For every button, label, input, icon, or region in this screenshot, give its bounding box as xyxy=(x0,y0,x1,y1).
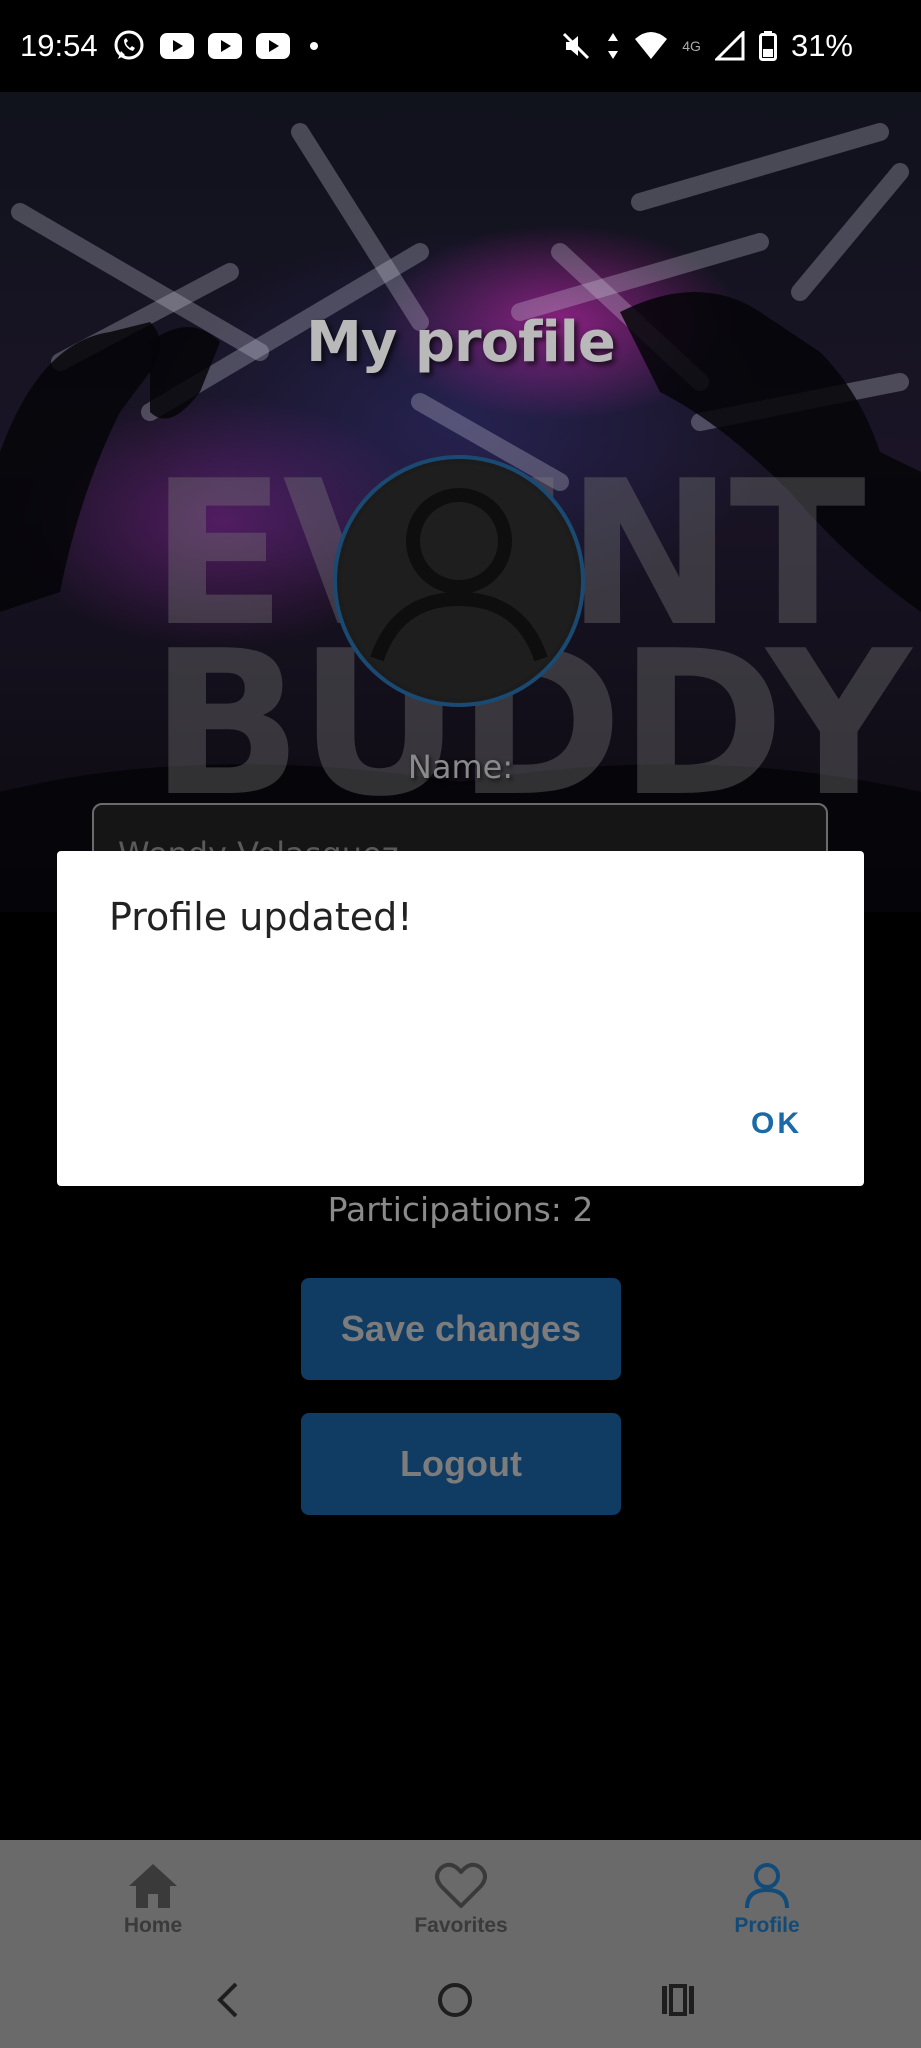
network-type: 4G xyxy=(682,38,701,54)
save-changes-button[interactable]: Save changes xyxy=(301,1278,621,1380)
mute-icon xyxy=(560,30,592,62)
status-time: 19:54 xyxy=(20,28,98,63)
battery-icon xyxy=(758,31,777,61)
nav-label-favorites: Favorites xyxy=(414,1914,508,1937)
participations-count: Participations: 2 xyxy=(327,1190,594,1229)
avatar[interactable] xyxy=(333,455,585,707)
dialog-message: Profile updated! xyxy=(109,895,413,939)
youtube-icon xyxy=(159,33,194,59)
status-bar: 19:54 4G 31% xyxy=(0,0,921,92)
logout-button[interactable]: Logout xyxy=(301,1413,621,1515)
data-arrows-icon xyxy=(606,31,620,61)
profile-updated-dialog: Profile updated! OK xyxy=(57,851,864,1186)
wifi-icon xyxy=(634,31,668,61)
person-icon xyxy=(341,463,577,699)
dot-icon xyxy=(304,36,324,56)
whatsapp-icon xyxy=(112,29,146,63)
recents-icon[interactable] xyxy=(648,1972,708,2028)
battery-level: 31% xyxy=(790,28,853,63)
home-icon xyxy=(129,1864,177,1908)
name-label: Name: xyxy=(407,748,514,786)
home-circle-icon[interactable] xyxy=(425,1972,485,2028)
bottom-navigation: Home Favorites Profile xyxy=(0,1840,921,1952)
nav-item-profile[interactable]: Profile xyxy=(667,1840,867,1952)
nav-item-favorites[interactable]: Favorites xyxy=(361,1840,561,1952)
nav-label-home: Home xyxy=(123,1914,183,1937)
youtube-icon xyxy=(255,33,290,59)
page-title: My profile xyxy=(306,310,616,375)
ok-button[interactable]: OK xyxy=(751,1107,802,1141)
nav-label-profile: Profile xyxy=(734,1914,800,1937)
system-navigation-bar xyxy=(0,1952,921,2048)
nav-item-home[interactable]: Home xyxy=(53,1840,253,1952)
back-icon[interactable] xyxy=(200,1972,260,2028)
youtube-icon xyxy=(207,33,242,59)
heart-icon xyxy=(435,1862,487,1908)
signal-icon xyxy=(714,31,745,61)
profile-icon xyxy=(745,1863,789,1909)
